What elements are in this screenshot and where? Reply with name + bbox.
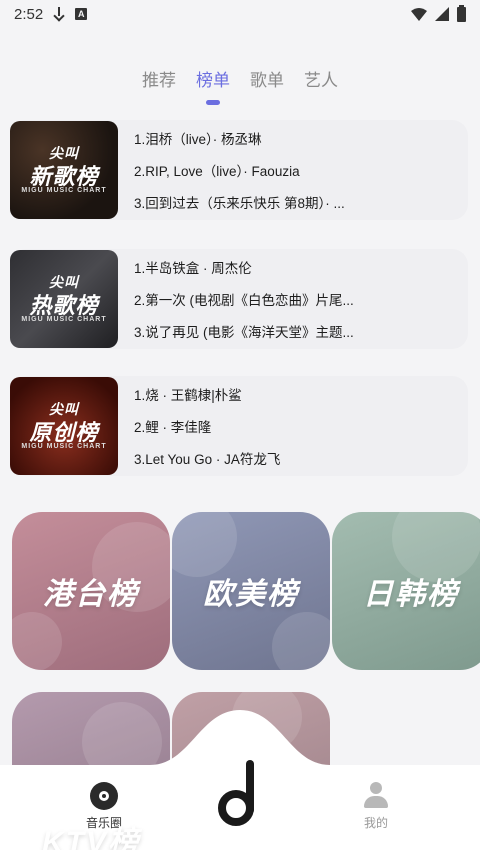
- tab-charts[interactable]: 榜单: [196, 66, 230, 105]
- song-item[interactable]: 2.鲤 · 李佳隆: [134, 416, 454, 436]
- chart-card-hot-songs[interactable]: 尖叫 热歌榜 MIGU MUSIC CHART 1.半岛铁盒 · 周杰伦 2.第…: [10, 249, 468, 349]
- battery-icon: [457, 4, 466, 22]
- active-tab-indicator: [206, 100, 220, 105]
- tile-jp-kr-chart[interactable]: 日韩榜: [332, 512, 480, 670]
- song-item[interactable]: 1.烧 · 王鹤棣|朴鲨: [134, 384, 454, 404]
- play-center-button[interactable]: [206, 760, 274, 830]
- tab-artists[interactable]: 艺人: [304, 66, 338, 96]
- chart-card-new-songs[interactable]: 尖叫 新歌榜 MIGU MUSIC CHART 1.泪桥（live）· 杨丞琳 …: [10, 120, 468, 220]
- song-item[interactable]: 1.半岛铁盒 · 周杰伦: [134, 257, 454, 277]
- song-item[interactable]: 3.回到过去（乐来乐快乐 第8期）· ...: [134, 192, 454, 212]
- chart-card-original[interactable]: 尖叫 原创榜 MIGU MUSIC CHART 1.烧 · 王鹤棣|朴鲨 2.鲤…: [10, 376, 468, 476]
- tab-playlists[interactable]: 歌单: [250, 66, 284, 96]
- a-badge-icon: A: [75, 8, 88, 20]
- chart-cover-original: 尖叫 原创榜 MIGU MUSIC CHART: [10, 377, 118, 475]
- nav-mine[interactable]: 我的: [336, 782, 416, 831]
- tile-hk-tw-chart[interactable]: 港台榜: [12, 512, 170, 670]
- wifi-icon: [411, 7, 427, 21]
- chart-song-list: 1.半岛铁盒 · 周杰伦 2.第一次 (电视剧《白色恋曲》片尾... 3.说了再…: [118, 257, 454, 341]
- disc-icon: [90, 782, 118, 810]
- user-icon: [363, 782, 389, 810]
- song-item[interactable]: 3.Let You Go · JA符龙飞: [134, 448, 454, 468]
- tile-western-chart[interactable]: 欧美榜: [172, 512, 330, 670]
- tile-decoration: [12, 612, 62, 670]
- song-item[interactable]: 2.RIP, Love（live）· Faouzia: [134, 160, 454, 180]
- tile-decoration: [172, 512, 237, 577]
- song-item[interactable]: 1.泪桥（live）· 杨丞琳: [134, 128, 454, 148]
- signal-icon: [435, 7, 449, 21]
- download-icon: [53, 7, 65, 21]
- song-item[interactable]: 3.说了再见 (电影《海洋天堂》主题...: [134, 321, 454, 341]
- status-time: 2:52: [14, 5, 44, 23]
- tile-decoration: [272, 612, 330, 670]
- song-item[interactable]: 2.第一次 (电视剧《白色恋曲》片尾...: [134, 289, 454, 309]
- chart-cover-new-songs: 尖叫 新歌榜 MIGU MUSIC CHART: [10, 121, 118, 219]
- top-tabs: 推荐 榜单 歌单 艺人: [0, 66, 480, 110]
- chart-cover-hot-songs: 尖叫 热歌榜 MIGU MUSIC CHART: [10, 250, 118, 348]
- tab-recommend[interactable]: 推荐: [142, 66, 176, 96]
- chart-song-list: 1.泪桥（live）· 杨丞琳 2.RIP, Love（live）· Faouz…: [118, 128, 454, 212]
- status-bar: 2:52 A: [0, 0, 480, 28]
- chart-song-list: 1.烧 · 王鹤棣|朴鲨 2.鲤 · 李佳隆 3.Let You Go · JA…: [118, 384, 454, 468]
